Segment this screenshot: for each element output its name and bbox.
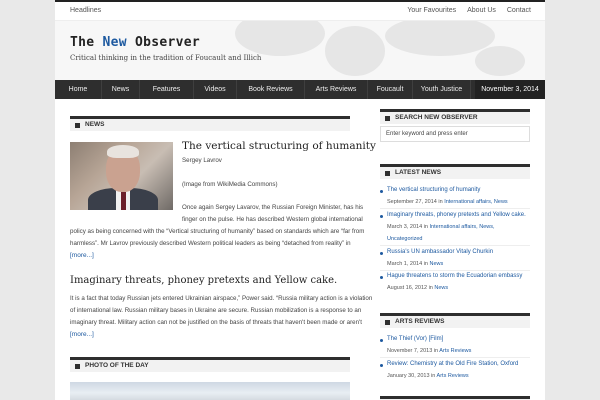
post-date: January 30, 2013 in — [387, 373, 437, 379]
nav-youth-justice[interactable]: Youth Justice — [413, 80, 471, 99]
site-header: The New Observer Critical thinking in th… — [55, 21, 545, 80]
post-meta: August 16, 2012 in News — [387, 285, 448, 291]
bullet-icon — [380, 339, 383, 342]
post-date: November 7, 2013 in — [387, 348, 440, 354]
top-links: Your Favourites About Us Contact — [398, 7, 531, 14]
latest-news-link[interactable]: Hague threatens to storm the Ecuadorian … — [387, 273, 522, 279]
latest-news-link[interactable]: Russia's UN ambassador Vitaly Churkin — [387, 249, 493, 255]
category-link[interactable]: Uncategorized — [387, 236, 422, 242]
post-title-1[interactable]: The vertical structuring of humanity — [182, 140, 376, 152]
nav-book-reviews[interactable]: Book Reviews — [237, 80, 305, 99]
world-map-graphic — [325, 26, 385, 76]
your-favourites-link[interactable]: Your Favourites — [407, 7, 456, 14]
post-date: August 16, 2012 in — [387, 285, 435, 291]
post-meta: Uncategorized — [387, 236, 422, 242]
news-section-heading: NEWS — [70, 116, 350, 131]
nav-news[interactable]: News — [102, 80, 140, 99]
category-link[interactable]: News — [430, 261, 444, 267]
nav-arts-reviews[interactable]: Arts Reviews — [305, 80, 368, 99]
photo-of-the-day-image[interactable] — [70, 382, 350, 400]
post-title-2[interactable]: Imaginary threats, phoney pretexts and Y… — [70, 275, 337, 286]
bullet-icon — [380, 364, 383, 367]
site-title[interactable]: The New Observer — [70, 35, 200, 50]
latest-news-label: LATEST NEWS — [395, 169, 442, 176]
post-text-line: Once again Sergey Lavarov, the Russian F… — [182, 204, 364, 211]
about-us-link[interactable]: About Us — [467, 7, 496, 14]
bullet-icon — [380, 276, 383, 279]
category-link[interactable]: International affairs, News — [444, 199, 508, 205]
read-more-link[interactable]: [more...] — [70, 252, 94, 259]
category-link[interactable]: News — [434, 285, 448, 291]
sidebar-section-heading — [380, 396, 530, 400]
nav-features[interactable]: Features — [140, 80, 194, 99]
world-map-graphic — [385, 21, 495, 56]
arts-review-link[interactable]: The Thief (Vor) [Film] — [387, 336, 443, 342]
search-input[interactable]: Enter keyword and press enter — [380, 126, 530, 142]
post-text-line: Sergey Lavrov — [182, 157, 222, 164]
category-link[interactable]: Arts Reviews — [437, 373, 469, 379]
read-more-link[interactable]: [more...] — [70, 331, 94, 338]
thumbnail-figure — [107, 145, 139, 158]
bullet-icon — [380, 190, 383, 193]
nav-videos[interactable]: Videos — [194, 80, 237, 99]
category-link[interactable]: International affairs, News, — [430, 224, 495, 230]
search-heading-label: SEARCH NEW OBSERVER — [395, 114, 478, 121]
nav-foucault[interactable]: Foucault — [368, 80, 413, 99]
post-text-line: imaginary threat. Military action can no… — [70, 319, 362, 326]
divider — [380, 208, 530, 209]
latest-news-link[interactable]: The vertical structuring of humanity — [387, 187, 480, 193]
post-thumbnail[interactable] — [70, 142, 173, 210]
post-meta: March 1, 2014 in News — [387, 261, 443, 267]
nav-home[interactable]: Home — [55, 80, 102, 99]
photo-of-day-label: PHOTO OF THE DAY — [85, 362, 149, 369]
post-date: March 3, 2014 in — [387, 224, 430, 230]
latest-news-link[interactable]: Imaginary threats, phoney pretexts and Y… — [387, 212, 526, 218]
post-text-line: of international law. Russian military b… — [70, 307, 362, 314]
post-date: September 27, 2014 in — [387, 199, 445, 205]
divider — [380, 245, 530, 246]
thumbnail-figure — [121, 192, 126, 210]
square-icon — [385, 320, 390, 325]
arts-review-link[interactable]: Review: Chemistry at the Old Fire Statio… — [387, 361, 518, 367]
current-date: November 3, 2014 — [475, 80, 545, 99]
latest-news-heading: LATEST NEWS — [380, 164, 530, 179]
site-title-part: The — [70, 35, 103, 50]
category-link[interactable]: Arts Reviews — [439, 348, 471, 354]
post-text-line: It is a fact that today Russian jets ent… — [70, 295, 373, 302]
site-tagline: Critical thinking in the tradition of Fo… — [70, 54, 262, 62]
post-meta: November 7, 2013 in Arts Reviews — [387, 348, 471, 354]
world-map-graphic — [475, 46, 525, 76]
square-icon — [385, 171, 390, 176]
square-icon — [75, 364, 80, 369]
post-text-line: harmless”. Mr Lavrov previously describe… — [70, 240, 351, 247]
site-title-part: Observer — [126, 35, 201, 50]
post-date: March 1, 2014 in — [387, 261, 430, 267]
post-meta: September 27, 2014 in International affa… — [387, 199, 508, 205]
post-meta: March 3, 2014 in International affairs, … — [387, 224, 495, 230]
search-section-heading: SEARCH NEW OBSERVER — [380, 109, 530, 124]
post-text-line: (Image from WikiMedia Commons) — [182, 181, 278, 188]
post-meta: January 30, 2013 in Arts Reviews — [387, 373, 469, 379]
world-map-graphic — [235, 21, 325, 56]
news-heading-label: NEWS — [85, 121, 105, 128]
square-icon — [385, 116, 390, 121]
divider — [380, 270, 530, 271]
photo-of-day-heading: PHOTO OF THE DAY — [70, 357, 350, 372]
main-nav: Home News Features Videos Book Reviews A… — [55, 80, 545, 99]
top-bar: Headlines Your Favourites About Us Conta… — [55, 0, 545, 21]
post-text-line: policy as being concerned with the “Vert… — [70, 228, 365, 235]
page-wrapper: Headlines Your Favourites About Us Conta… — [55, 0, 545, 400]
arts-reviews-label: ARTS REVIEWS — [395, 318, 445, 325]
site-title-accent: New — [102, 35, 127, 50]
contact-link[interactable]: Contact — [507, 7, 531, 14]
divider — [380, 357, 530, 358]
square-icon — [75, 123, 80, 128]
headlines-link[interactable]: Headlines — [70, 7, 101, 14]
bullet-icon — [380, 215, 383, 218]
arts-reviews-heading: ARTS REVIEWS — [380, 313, 530, 328]
post-text-line: finger on the pulse. He has described We… — [182, 216, 363, 223]
bullet-icon — [380, 252, 383, 255]
